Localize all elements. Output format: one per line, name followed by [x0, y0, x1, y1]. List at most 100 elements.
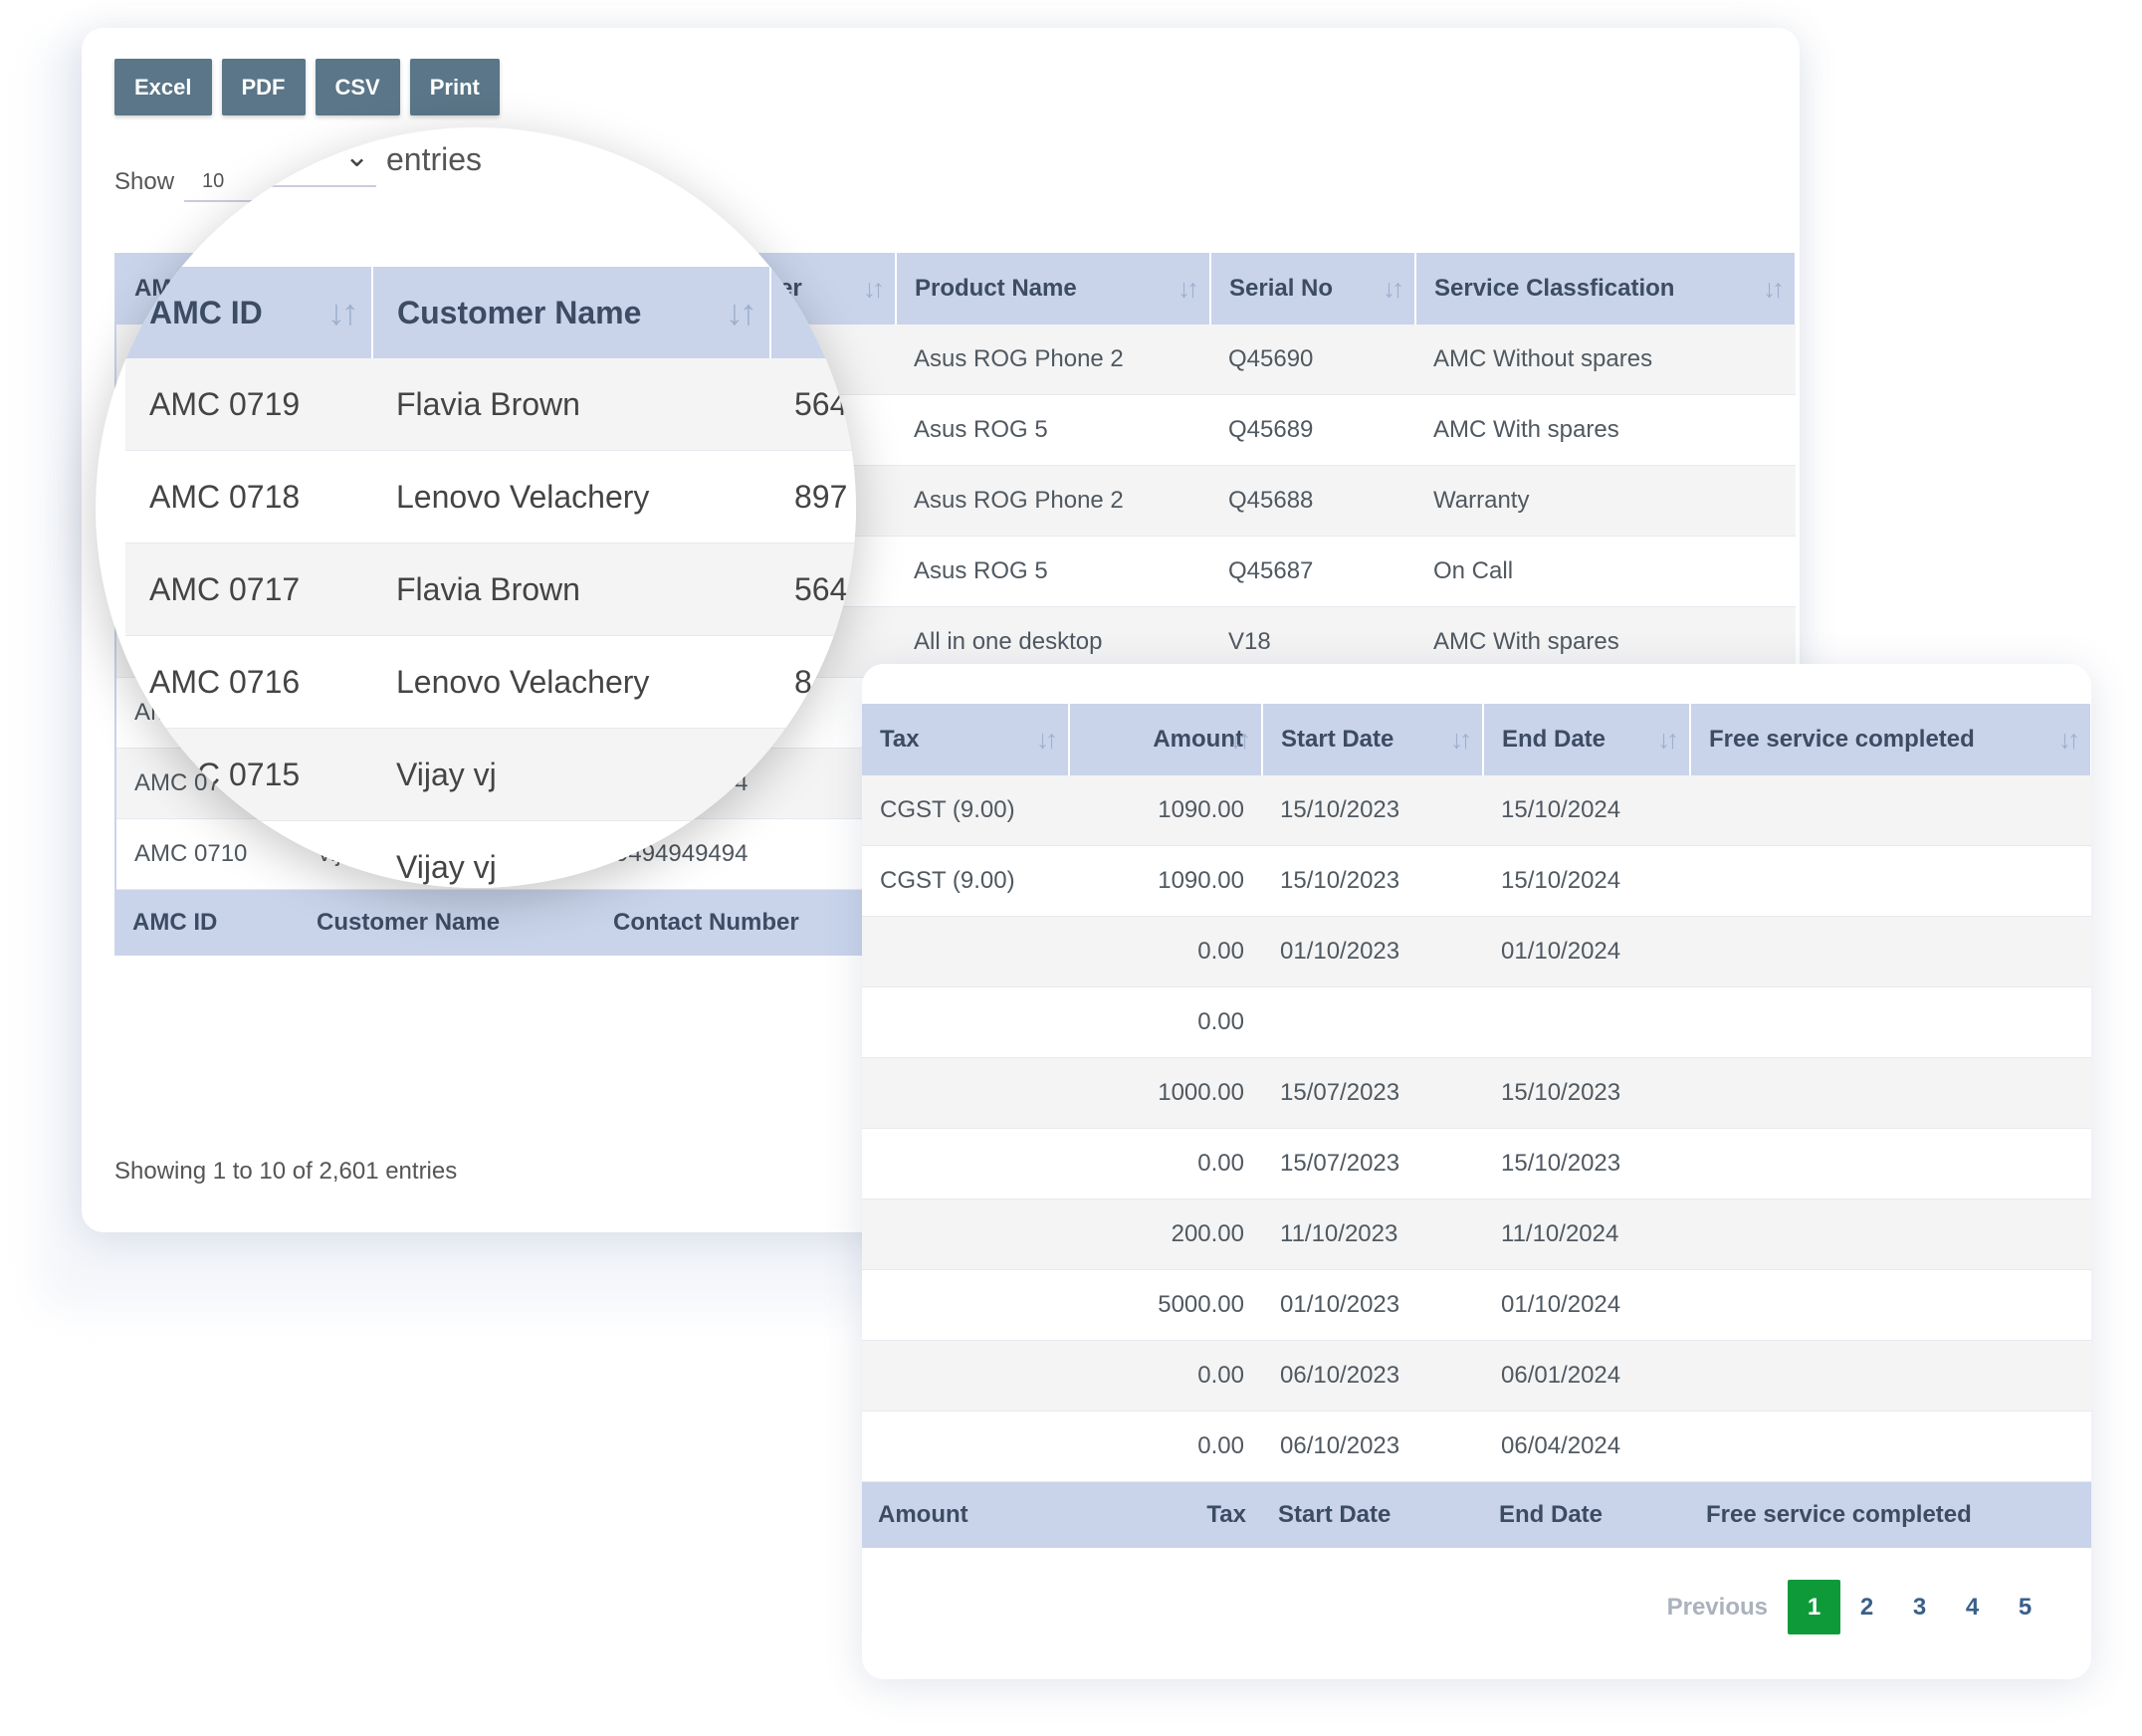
- table-cell: [1262, 986, 1483, 1058]
- table-cell: 01/10/2023: [1262, 916, 1483, 987]
- table-cell: Q45689: [1210, 394, 1415, 466]
- table-row[interactable]: 0.00 01/10/2023 01/10/2024: [862, 916, 2091, 987]
- table-row[interactable]: 0.00 06/10/2023 06/04/2024: [862, 1410, 2091, 1482]
- table-cell: 06/04/2024: [1483, 1410, 1690, 1482]
- footer-cell: Tax: [1069, 1481, 1262, 1548]
- footer-cell: End Date: [1483, 1481, 1690, 1548]
- table-cell: [1690, 1128, 2091, 1199]
- table-cell: CGST (9.00): [862, 845, 1069, 917]
- column-header[interactable]: Service Classfication ↓↑: [1415, 253, 1797, 325]
- table-cell: 06/10/2023: [1262, 1340, 1483, 1411]
- table-row[interactable]: 1000.00 15/07/2023 15/10/2023: [862, 1057, 2091, 1129]
- details-footer-row: Amount Tax Start Date End Date Free service …: [862, 1481, 2091, 1548]
- sort-icon[interactable]: ↓↑: [863, 274, 885, 305]
- column-header[interactable]: AMC ID↓↑: [125, 267, 373, 358]
- previous-page-button[interactable]: Previous: [1667, 1594, 1768, 1622]
- amc-details-table: Tax ↓↑ Amount ↓↑ Start Date ↓↑ End Date ↓↑ Free …: [862, 704, 2091, 1548]
- sort-icon[interactable]: ↓↑: [1178, 274, 1199, 305]
- table-row[interactable]: CGST (9.00) 1090.00 15/10/2023 15/10/2024: [862, 775, 2091, 846]
- csv-button[interactable]: CSV: [315, 59, 400, 115]
- table-row[interactable]: AMC 0719 Flavia Brown 564: [125, 358, 856, 451]
- table-cell: Asus ROG Phone 2: [896, 465, 1210, 537]
- table-cell: 0.00: [1069, 916, 1262, 987]
- table-cell: 200.00: [1069, 1198, 1262, 1270]
- pdf-button[interactable]: PDF: [221, 59, 306, 115]
- print-button[interactable]: Print: [409, 59, 500, 115]
- table-cell: 01/10/2024: [1483, 1269, 1690, 1341]
- footer-cell: Start Date: [1262, 1481, 1483, 1548]
- sort-icon[interactable]: ↓↑: [1657, 725, 1679, 756]
- table-row[interactable]: AMC 0717 Flavia Brown 564: [125, 542, 856, 636]
- table-row[interactable]: CGST (9.00) 1090.00 15/10/2023 15/10/2024: [862, 845, 2091, 917]
- footer-cell: Contact Number: [597, 889, 896, 956]
- table-cell: [1690, 986, 2091, 1058]
- table-cell: Warranty: [1415, 465, 1796, 537]
- page-5-button[interactable]: 5: [1999, 1580, 2051, 1634]
- page-2-button[interactable]: 2: [1840, 1580, 1893, 1634]
- sort-icon[interactable]: ↓↑: [1383, 274, 1404, 305]
- table-cell: [862, 1410, 1069, 1482]
- table-cell: [1690, 1057, 2091, 1129]
- table-cell: [1690, 1198, 2091, 1270]
- sort-icon[interactable]: ↓↑: [726, 292, 757, 333]
- column-header[interactable]: Free service completed ↓↑: [1690, 704, 2091, 775]
- table-cell: [862, 1057, 1069, 1129]
- column-header[interactable]: End Date ↓↑: [1483, 704, 1691, 775]
- table-row[interactable]: AMC 0715 Vijay vj: [125, 728, 856, 821]
- show-label: Show: [114, 168, 175, 195]
- table-cell: 06/01/2024: [1483, 1340, 1690, 1411]
- table-row[interactable]: Vijay vj: [125, 820, 856, 888]
- table-info: Showing 1 to 10 of 2,601 entries: [114, 1158, 458, 1185]
- table-row[interactable]: 0.00 06/10/2023 06/01/2024: [862, 1340, 2091, 1411]
- table-cell: Vijay vj: [372, 728, 770, 821]
- page-3-button[interactable]: 3: [1893, 1580, 1946, 1634]
- sort-icon[interactable]: ↓↑: [327, 292, 359, 333]
- table-cell: 564: [770, 358, 856, 451]
- sort-icon[interactable]: ↓↑: [1450, 725, 1472, 756]
- table-cell: [862, 916, 1069, 987]
- table-cell: [1690, 845, 2091, 917]
- column-header[interactable]: Tax ↓↑: [862, 704, 1070, 775]
- sort-icon[interactable]: ↓↑: [1036, 725, 1058, 756]
- chevron-down-icon: ⌄: [344, 140, 370, 173]
- table-cell: AMC 0719: [125, 358, 372, 451]
- table-cell: AMC 0716: [125, 635, 372, 729]
- table-cell: AMC With spares: [1415, 394, 1796, 466]
- amc-details-card: Tax ↓↑ Amount ↓↑ Start Date ↓↑ End Date ↓↑ Free …: [862, 664, 2091, 1679]
- column-header: [770, 267, 856, 358]
- column-header[interactable]: Customer Name↓↑: [372, 267, 771, 358]
- table-row[interactable]: 5000.00 01/10/2023 01/10/2024: [862, 1269, 2091, 1341]
- table-row[interactable]: 0.00: [862, 986, 2091, 1058]
- page-4-button[interactable]: 4: [1946, 1580, 1999, 1634]
- table-row[interactable]: AMC 0716 Lenovo Velachery 8: [125, 635, 856, 729]
- table-cell: AMC 0718: [125, 450, 372, 543]
- table-cell: [770, 728, 856, 821]
- column-header[interactable]: Product Name ↓↑: [896, 253, 1211, 325]
- zoom-magnifier: ⌄ entries AMC ID ↓↑ Customer Name ↓↑ AMC 07…: [96, 127, 856, 888]
- table-cell: 564: [770, 542, 856, 636]
- table-row[interactable]: 0.00 15/07/2023 15/10/2023: [862, 1128, 2091, 1199]
- column-header[interactable]: Start Date ↓↑: [1262, 704, 1484, 775]
- table-cell: [862, 1340, 1069, 1411]
- page-1-button[interactable]: 1: [1788, 1580, 1840, 1634]
- table-cell: 15/10/2023: [1483, 1128, 1690, 1199]
- sort-icon[interactable]: ↓↑: [1229, 725, 1251, 756]
- table-cell: 15/10/2024: [1483, 845, 1690, 917]
- table-cell: 897: [770, 450, 856, 543]
- sort-icon[interactable]: ↓↑: [2058, 725, 2080, 756]
- table-cell: 5000.00: [1069, 1269, 1262, 1341]
- excel-button[interactable]: Excel: [114, 59, 212, 115]
- table-row[interactable]: AMC 0718 Lenovo Velachery 897: [125, 450, 856, 543]
- column-header[interactable]: Serial No ↓↑: [1210, 253, 1416, 325]
- table-cell: Q45690: [1210, 325, 1415, 395]
- sort-icon[interactable]: ↓↑: [1763, 274, 1785, 305]
- zoomed-amc-table: AMC ID ↓↑ Customer Name ↓↑ AMC 0719 Flavia B…: [125, 267, 856, 888]
- footer-cell: Customer Name: [301, 889, 597, 956]
- table-cell: 15/07/2023: [1262, 1128, 1483, 1199]
- table-cell: 11/10/2023: [1262, 1198, 1483, 1270]
- column-header[interactable]: Amount ↓↑: [1069, 704, 1263, 775]
- table-row[interactable]: 200.00 11/10/2023 11/10/2024: [862, 1198, 2091, 1270]
- table-cell: 15/10/2023: [1483, 1057, 1690, 1129]
- table-cell: 8: [770, 635, 856, 729]
- table-cell: [862, 1128, 1069, 1199]
